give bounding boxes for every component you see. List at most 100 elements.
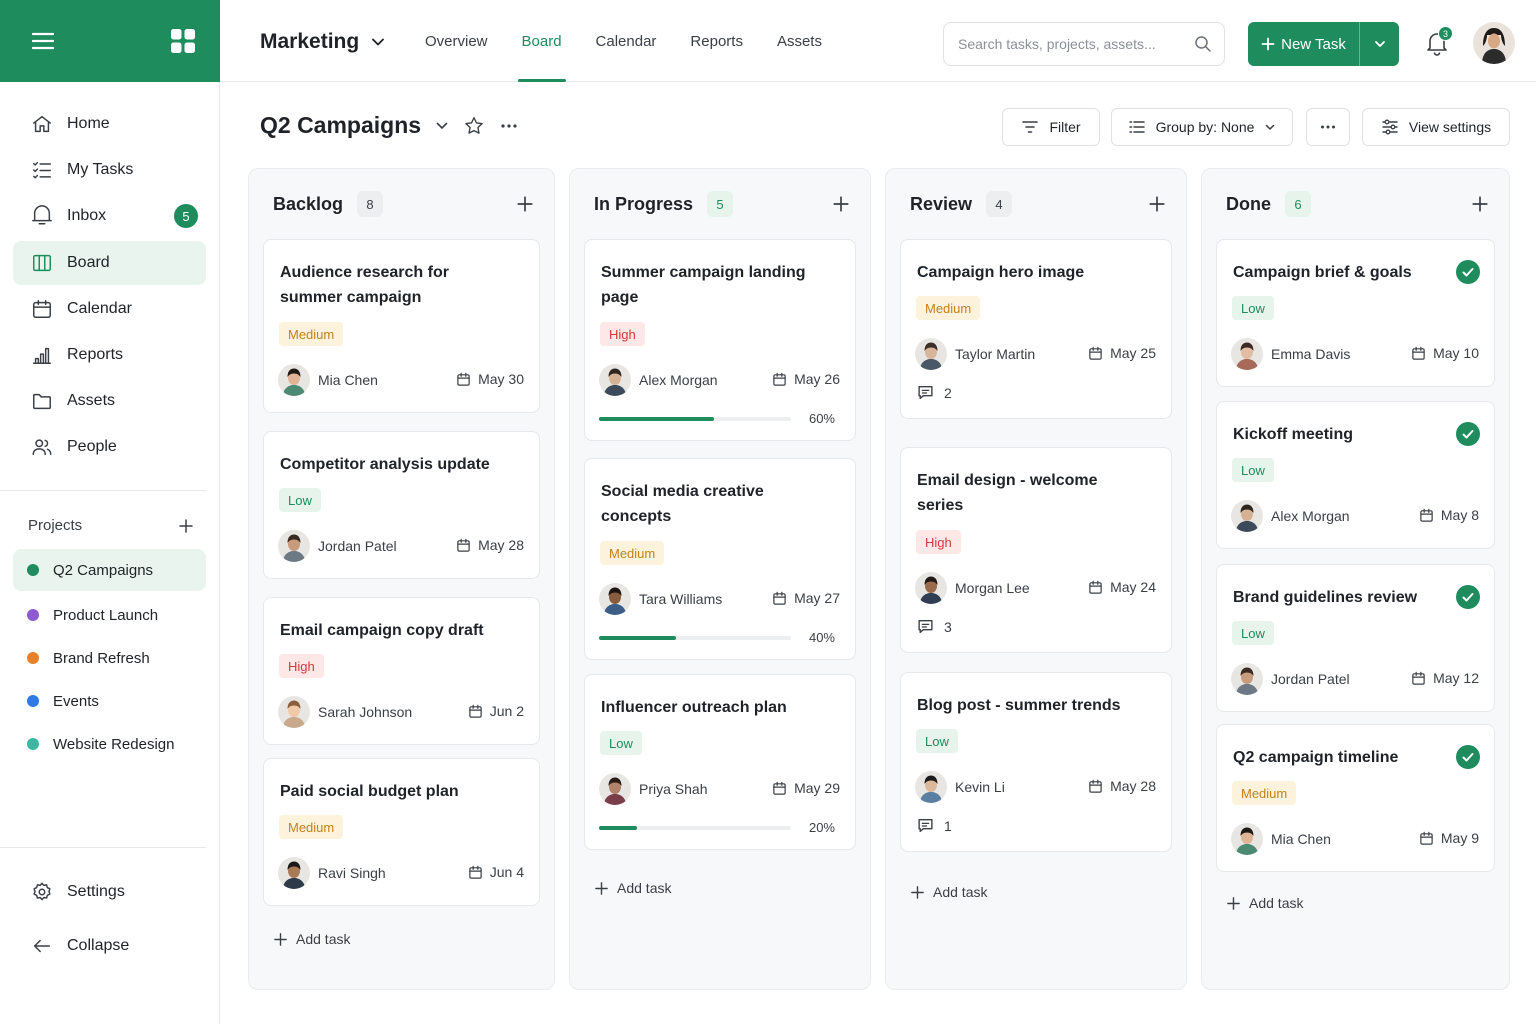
more-options-button[interactable] — [1306, 108, 1350, 146]
due-date: May 28 — [456, 537, 524, 553]
sidebar: Home My Tasks Inbox 5 Board Calendar Rep… — [0, 82, 220, 1024]
project-item-brand-refresh[interactable]: Brand Refresh — [13, 637, 206, 679]
sidebar-item-inbox[interactable]: Inbox 5 — [13, 194, 206, 238]
assignee-name: Ravi Singh — [318, 865, 386, 881]
more-horizontal-icon[interactable] — [499, 116, 519, 136]
tab-calendar[interactable]: Calendar — [596, 0, 657, 82]
comment-count-text: 3 — [944, 618, 952, 635]
check-icon[interactable] — [1456, 422, 1480, 446]
sidebar-item-board[interactable]: Board — [13, 241, 206, 285]
view-settings-button[interactable]: View settings — [1362, 108, 1510, 146]
project-color-dot — [27, 652, 39, 664]
user-avatar[interactable] — [1473, 22, 1515, 64]
progress-bar — [599, 636, 791, 640]
card-title: Audience research for summer campaign — [280, 264, 449, 306]
sidebar-item-settings[interactable]: Settings — [13, 870, 206, 914]
task-card[interactable]: Social media creative concepts Medium Tara… — [584, 458, 856, 660]
workspace-switcher[interactable]: Marketing — [260, 30, 385, 54]
top-bar: Marketing Overview Board Calendar Report… — [220, 0, 1536, 82]
task-card[interactable]: Audience research for summer campaign Med… — [263, 239, 540, 413]
project-label: Events — [53, 692, 99, 710]
add-task-label: Add task — [933, 884, 988, 900]
task-card[interactable]: Campaign brief & goals Low Emma Davis May 1… — [1216, 239, 1495, 387]
collapse-sidebar-button[interactable]: Collapse — [13, 924, 206, 968]
sidebar-item-assets[interactable]: Assets — [13, 379, 206, 423]
add-card-plus-icon[interactable] — [1148, 195, 1166, 213]
due-date-text: Jun 2 — [489, 703, 524, 719]
task-card[interactable]: Paid social budget plan Medium Ravi Singh J… — [263, 758, 540, 906]
task-card[interactable]: Blog post - summer trends Low Kevin Li May … — [900, 672, 1172, 852]
avatar — [599, 773, 631, 805]
comment-count[interactable]: 3 — [917, 618, 952, 635]
task-card[interactable]: Email design - welcome series High Morgan … — [900, 447, 1172, 653]
plus-icon — [594, 881, 609, 896]
sidebar-item-calendar[interactable]: Calendar — [13, 287, 206, 331]
project-color-dot — [27, 738, 39, 750]
check-icon[interactable] — [1456, 585, 1480, 609]
comment-count-text: 2 — [944, 384, 952, 401]
sidebar-item-reports[interactable]: Reports — [13, 333, 206, 377]
assignee-name: Tara Williams — [639, 591, 723, 607]
inbox-icon — [32, 205, 52, 225]
add-task-button[interactable]: Add task — [910, 884, 987, 900]
project-item-product-launch[interactable]: Product Launch — [13, 594, 206, 636]
search-box[interactable]: Search tasks, projects, assets... — [943, 22, 1225, 66]
notifications-button[interactable]: 3 — [1425, 26, 1453, 56]
tab-reports[interactable]: Reports — [690, 0, 743, 82]
task-card[interactable]: Summer campaign landing page High Alex Mor… — [584, 239, 856, 441]
group-by-dropdown[interactable]: Group by: None — [1111, 108, 1293, 146]
comment-count[interactable]: 1 — [917, 817, 952, 834]
chevron-down-icon[interactable] — [435, 119, 449, 133]
project-item-q2-campaigns[interactable]: Q2 Campaigns — [13, 549, 206, 591]
progress-fill — [599, 826, 638, 830]
task-card[interactable]: Influencer outreach plan Low Priya Shah May… — [584, 674, 856, 850]
check-icon[interactable] — [1456, 745, 1480, 769]
search-input[interactable]: Search tasks, projects, assets... — [958, 36, 1156, 52]
new-task-button[interactable]: New Task — [1248, 22, 1359, 66]
search-icon[interactable] — [1194, 35, 1212, 53]
add-task-button[interactable]: Add task — [273, 931, 350, 947]
calendar-icon — [1411, 671, 1426, 686]
due-date: May 30 — [456, 371, 524, 387]
tab-board[interactable]: Board — [517, 0, 566, 82]
plus-icon — [910, 885, 925, 900]
add-card-plus-icon[interactable] — [832, 195, 850, 213]
add-card-plus-icon[interactable] — [516, 195, 534, 213]
tab-assets[interactable]: Assets — [777, 0, 822, 82]
sidebar-item-home[interactable]: Home — [13, 102, 206, 146]
new-task-dropdown-button[interactable] — [1359, 22, 1399, 66]
column-review: Review 4 Campaign hero image Medium Taylor M… — [885, 168, 1187, 990]
due-date: May 27 — [772, 590, 840, 606]
task-card[interactable]: Q2 campaign timeline Medium Mia Chen May 9 — [1216, 724, 1495, 872]
due-date-text: May 8 — [1440, 507, 1479, 523]
progress-percent: 20% — [808, 820, 835, 835]
add-task-button[interactable]: Add task — [594, 880, 671, 896]
filter-button[interactable]: Filter — [1002, 108, 1100, 146]
tab-overview[interactable]: Overview — [425, 0, 488, 82]
comment-count[interactable]: 2 — [917, 384, 952, 401]
chevron-down-icon — [1374, 41, 1385, 47]
project-item-website-redesign[interactable]: Website Redesign — [13, 723, 206, 765]
star-icon[interactable] — [463, 115, 485, 137]
project-item-events[interactable]: Events — [13, 680, 206, 722]
sidebar-item-people[interactable]: People — [13, 425, 206, 469]
column-backlog: Backlog 8 Audience research for summer cam… — [248, 168, 555, 990]
task-card[interactable]: Campaign hero image Medium Taylor Martin Ma… — [900, 239, 1172, 419]
sidebar-item-label: Collapse — [67, 937, 130, 954]
add-project-plus-icon[interactable] — [178, 518, 194, 534]
task-card[interactable]: Competitor analysis update Low Jordan Pate… — [263, 431, 540, 579]
filter-label: Filter — [1049, 119, 1081, 135]
task-card[interactable]: Brand guidelines review Low Jordan Patel Ma… — [1216, 564, 1495, 712]
home-icon — [33, 115, 51, 133]
task-card[interactable]: Email campaign copy draft High Sarah Johns… — [263, 597, 540, 745]
check-icon[interactable] — [1456, 260, 1480, 284]
card-assignee: Priya Shah — [599, 773, 707, 805]
menu-icon[interactable] — [32, 32, 54, 50]
add-card-plus-icon[interactable] — [1471, 195, 1489, 213]
calendar-icon — [772, 372, 787, 387]
assignee-name: Taylor Martin — [955, 346, 1036, 362]
sidebar-item-my-tasks[interactable]: My Tasks — [13, 148, 206, 192]
card-title: Campaign brief & goals — [1233, 264, 1412, 281]
add-task-button[interactable]: Add task — [1226, 895, 1303, 911]
task-card[interactable]: Kickoff meeting Low Alex Morgan May 8 — [1216, 401, 1495, 549]
